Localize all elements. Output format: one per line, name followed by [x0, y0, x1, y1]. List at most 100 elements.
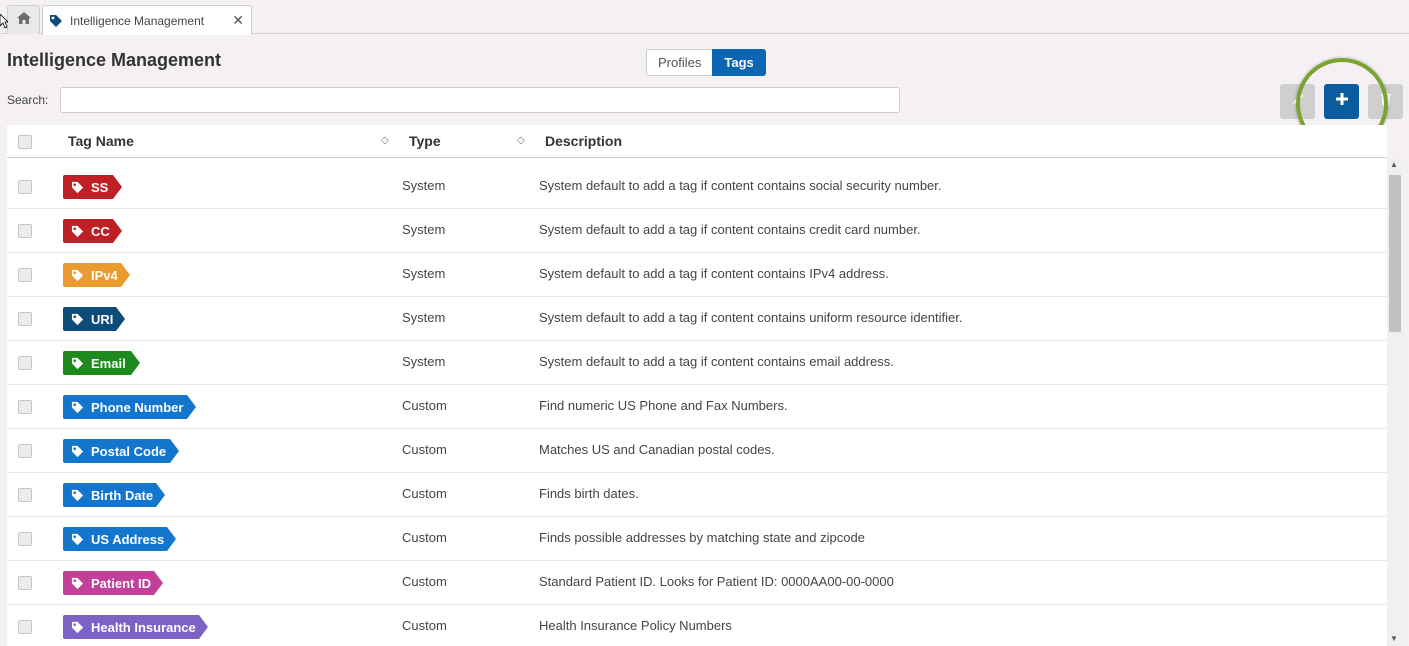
tag-badge: URI: [63, 307, 125, 331]
table-row[interactable]: URI System System default to add a tag if …: [7, 297, 1387, 341]
row-checkbox[interactable]: [18, 312, 32, 326]
search-label: Search:: [7, 93, 49, 107]
tag-type: Custom: [402, 574, 447, 589]
tag-description: Finds birth dates.: [539, 486, 639, 501]
tag-badge: Patient ID: [63, 571, 163, 595]
tag-icon: [71, 577, 84, 589]
tag-badge: CC: [63, 219, 122, 243]
home-tab[interactable]: [7, 5, 40, 34]
tag-description: System default to add a tag if content c…: [539, 266, 889, 281]
tag-icon: [71, 357, 84, 369]
tag-type: Custom: [402, 442, 447, 457]
tag-name: SS: [91, 179, 109, 195]
tag-badge: Email: [63, 351, 140, 375]
scroll-down-arrow-icon[interactable]: ▼: [1390, 634, 1398, 643]
select-all-checkbox[interactable]: [18, 135, 32, 149]
table-row[interactable]: Postal Code Custom Matches US and Canadian…: [7, 429, 1387, 473]
row-checkbox[interactable]: [18, 620, 32, 634]
row-checkbox[interactable]: [18, 224, 32, 238]
tag-name: CC: [91, 223, 110, 239]
tab-strip: Intelligence Management ✕: [0, 0, 1409, 35]
profiles-toggle-button[interactable]: Profiles: [646, 49, 713, 76]
tag-icon: [71, 489, 84, 501]
tag-icon: [71, 533, 84, 545]
tab-intelligence-management[interactable]: Intelligence Management ✕: [42, 5, 252, 35]
tab-label: Intelligence Management: [70, 13, 205, 28]
tag-name: US Address: [91, 531, 165, 547]
table-row[interactable]: US Address Custom Finds possible addresses…: [7, 517, 1387, 561]
column-header-tag-name[interactable]: Tag Name: [68, 133, 134, 149]
tag-type: System: [402, 354, 446, 369]
table-row[interactable]: Health Insurance Custom Health Insurance P…: [7, 605, 1387, 646]
tag-description: System default to add a tag if content c…: [539, 354, 894, 369]
row-checkbox[interactable]: [18, 532, 32, 546]
close-icon[interactable]: ✕: [232, 12, 244, 29]
column-header-type[interactable]: Type: [409, 133, 441, 149]
sort-tag-name-icon[interactable]: ◇: [381, 135, 389, 146]
tag-badge: SS: [63, 175, 122, 199]
view-toggle: Profiles Tags: [646, 49, 766, 76]
tag-description: Finds possible addresses by matching sta…: [539, 530, 865, 545]
tag-description: System default to add a tag if content c…: [539, 178, 942, 193]
pencil-icon: [1291, 92, 1305, 111]
row-checkbox[interactable]: [18, 268, 32, 282]
delete-tag-button[interactable]: [1368, 84, 1403, 119]
row-checkbox[interactable]: [18, 180, 32, 194]
tag-badge: Phone Number: [63, 395, 196, 419]
table-row[interactable]: IPv4 System System default to add a tag if…: [7, 253, 1387, 297]
row-checkbox[interactable]: [18, 444, 32, 458]
tag-type: Custom: [402, 398, 447, 413]
sort-type-icon[interactable]: ◇: [517, 135, 525, 146]
tag-name: Health Insurance: [91, 619, 196, 635]
tag-type: System: [402, 266, 446, 281]
table-row[interactable]: Phone Number Custom Find numeric US Phone …: [7, 385, 1387, 429]
tag-description: Find numeric US Phone and Fax Numbers.: [539, 398, 788, 413]
tag-badge: US Address: [63, 527, 176, 551]
tag-icon: [71, 225, 84, 237]
column-header-description: Description: [545, 133, 623, 149]
table-header: Tag Name ◇ Type ◇ Description: [7, 125, 1387, 158]
tag-name: URI: [91, 311, 114, 327]
tag-name: Birth Date: [91, 487, 154, 503]
home-icon: [16, 11, 32, 30]
trash-icon: [1380, 92, 1392, 111]
tag-icon: [71, 269, 84, 281]
tag-description: System default to add a tag if content c…: [539, 310, 963, 325]
tag-badge: Birth Date: [63, 483, 165, 507]
row-checkbox[interactable]: [18, 400, 32, 414]
scrollbar-thumb[interactable]: [1389, 175, 1401, 332]
tag-type: System: [402, 310, 446, 325]
row-checkbox[interactable]: [18, 356, 32, 370]
edit-tag-button[interactable]: [1280, 84, 1315, 119]
tag-badge: Health Insurance: [63, 615, 208, 639]
row-checkbox[interactable]: [18, 576, 32, 590]
search-input[interactable]: [60, 87, 900, 113]
table-row[interactable]: Birth Date Custom Finds birth dates.: [7, 473, 1387, 517]
scroll-up-arrow-icon[interactable]: ▲: [1390, 160, 1398, 169]
tag-name: Email: [91, 355, 126, 371]
tag-type: System: [402, 222, 446, 237]
tag-description: Matches US and Canadian postal codes.: [539, 442, 775, 457]
tag-name: Postal Code: [91, 443, 167, 459]
tag-description: System default to add a tag if content c…: [539, 222, 921, 237]
row-checkbox[interactable]: [18, 488, 32, 502]
tag-name: Phone Number: [91, 399, 184, 415]
page-title: Intelligence Management: [7, 50, 222, 70]
tag-icon: [71, 181, 84, 193]
table-row[interactable]: Email System System default to add a tag i…: [7, 341, 1387, 385]
tag-type: System: [402, 178, 446, 193]
tag-icon: [71, 621, 84, 633]
tags-table: Tag Name ◇ Type ◇ Description SS System Sy…: [7, 125, 1387, 646]
tag-type: Custom: [402, 486, 447, 501]
plus-icon: [1335, 92, 1349, 111]
table-row[interactable]: SS System System default to add a tag if c…: [7, 165, 1387, 209]
tag-type: Custom: [402, 530, 447, 545]
add-tag-button[interactable]: [1324, 84, 1359, 119]
table-row[interactable]: CC System System default to add a tag if c…: [7, 209, 1387, 253]
tag-type: Custom: [402, 618, 447, 633]
tags-toggle-button[interactable]: Tags: [712, 49, 766, 76]
tag-icon: [71, 445, 84, 457]
tag-name: IPv4: [91, 267, 118, 283]
tag-icon: [49, 14, 63, 28]
table-row[interactable]: Patient ID Custom Standard Patient ID. Loo…: [7, 561, 1387, 605]
